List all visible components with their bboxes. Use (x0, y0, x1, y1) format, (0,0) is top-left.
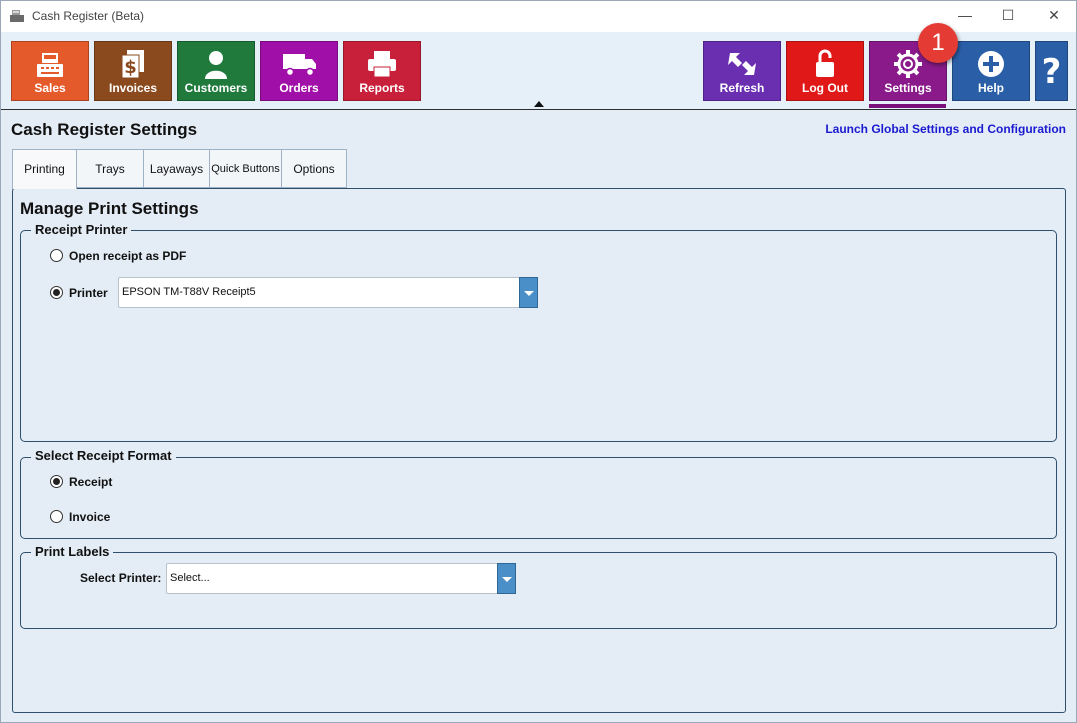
settings-active-indicator (869, 104, 946, 108)
receipt-format-group (20, 457, 1057, 539)
help-button[interactable]: Help (952, 41, 1030, 101)
tab-options[interactable]: Options (281, 149, 347, 188)
invoice-format-radio[interactable] (50, 510, 63, 523)
receipt-format-title: Select Receipt Format (31, 448, 176, 463)
receipt-format-label[interactable]: Receipt (69, 475, 112, 489)
receipt-printer-title: Receipt Printer (31, 222, 132, 237)
collapse-caret-icon[interactable] (534, 101, 544, 107)
app-window: Cash Register (Beta) — ☐ ✕ Sales $ Invoi… (0, 0, 1077, 723)
printer-icon (344, 47, 420, 81)
launch-global-settings-link[interactable]: Launch Global Settings and Configuration (825, 122, 1066, 136)
receipt-printer-select[interactable]: EPSON TM-T88V Receipt5 (118, 277, 538, 308)
sales-button[interactable]: Sales (11, 41, 89, 101)
customers-button[interactable]: Customers (177, 41, 255, 101)
chevron-down-icon[interactable] (519, 277, 538, 308)
customers-label: Customers (184, 81, 248, 95)
print-labels-title: Print Labels (31, 544, 114, 559)
tab-quick-buttons[interactable]: Quick Buttons (209, 149, 282, 188)
help-label: Help (977, 81, 1004, 95)
open-pdf-label[interactable]: Open receipt as PDF (69, 249, 186, 263)
truck-icon (261, 47, 337, 81)
invoice-format-label[interactable]: Invoice (69, 510, 110, 524)
printer-radio[interactable] (50, 286, 63, 299)
main-toolbar: Sales $ Invoices Customers Orders Report… (1, 32, 1076, 110)
tab-trays[interactable]: Trays (76, 149, 144, 188)
refresh-arrows-icon (704, 47, 780, 81)
invoices-label: Invoices (108, 81, 158, 95)
invoices-button[interactable]: $ Invoices (94, 41, 172, 101)
minimize-button[interactable]: — (955, 7, 975, 25)
label-printer-select[interactable]: Select... (166, 563, 516, 594)
sales-label: Sales (34, 81, 66, 95)
title-bar: Cash Register (Beta) — ☐ ✕ (1, 1, 1076, 32)
orders-button[interactable]: Orders (260, 41, 338, 101)
panel-title: Manage Print Settings (20, 199, 199, 218)
settings-label: Settings (884, 81, 932, 95)
tab-printing[interactable]: Printing (12, 149, 77, 189)
window-title: Cash Register (Beta) (32, 9, 145, 23)
open-pdf-radio[interactable] (50, 249, 63, 262)
reports-button[interactable]: Reports (343, 41, 421, 101)
log-out-label: Log Out (802, 81, 848, 95)
cash-register-app-icon (10, 10, 24, 22)
printer-label[interactable]: Printer (69, 286, 108, 300)
close-button[interactable]: ✕ (1044, 7, 1064, 25)
receipt-format-radio[interactable] (50, 475, 63, 488)
question-button[interactable]: ? (1035, 41, 1068, 101)
invoice-dollar-icon: $ (95, 47, 171, 81)
svg-text:$: $ (124, 57, 137, 78)
select-printer-label: Select Printer: (80, 571, 162, 585)
callout-badge-1: 1 (918, 23, 958, 63)
question-icon: ? (1041, 52, 1062, 92)
reports-label: Reports (359, 81, 405, 95)
orders-label: Orders (279, 81, 319, 95)
refresh-button[interactable]: Refresh (703, 41, 781, 101)
cash-register-icon (12, 47, 88, 81)
refresh-label: Refresh (719, 81, 765, 95)
page-title: Cash Register Settings (11, 120, 198, 139)
chevron-down-icon[interactable] (497, 563, 516, 594)
unlock-icon (787, 47, 863, 81)
tab-layaways[interactable]: Layaways (143, 149, 210, 188)
maximize-button[interactable]: ☐ (998, 7, 1018, 25)
log-out-button[interactable]: Log Out (786, 41, 864, 101)
plus-circle-icon (953, 47, 1029, 81)
receipt-printer-value: EPSON TM-T88V Receipt5 (122, 286, 256, 298)
label-printer-value: Select... (170, 572, 210, 584)
person-icon (178, 47, 254, 81)
